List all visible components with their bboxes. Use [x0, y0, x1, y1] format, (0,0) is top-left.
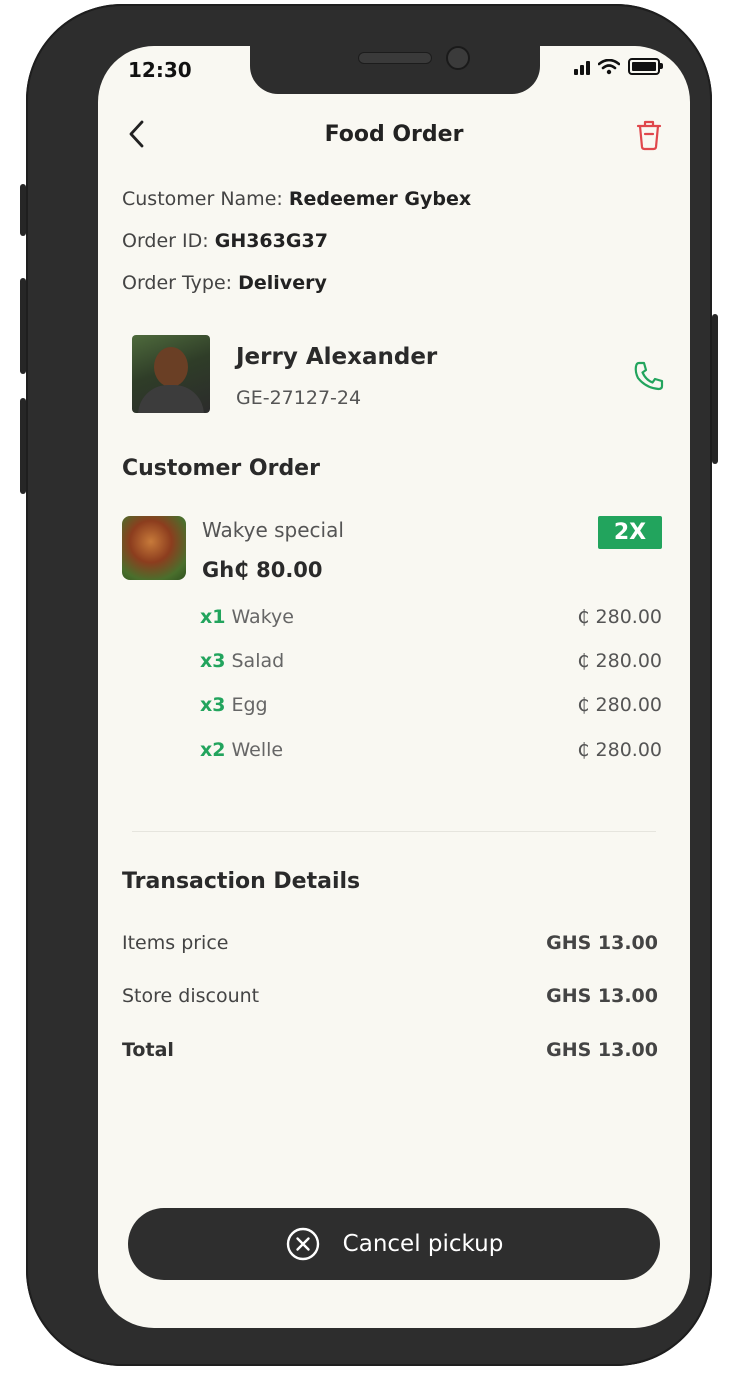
camera: [446, 46, 470, 70]
item-qty: x3: [200, 650, 226, 672]
close-circle-icon: [286, 1227, 319, 1261]
tx-label: Store discount: [122, 985, 260, 1007]
page-title: Food Order: [324, 122, 464, 147]
item-qty: x3: [200, 694, 226, 716]
customer-name-value: Redeemer Gybex: [288, 188, 472, 210]
order-id-label: Order ID:: [122, 230, 209, 252]
cancel-pickup-label: Cancel pickup: [342, 1231, 504, 1257]
order-id-value: GH363G37: [214, 230, 328, 252]
driver-plate: GE-27127-24: [236, 387, 362, 409]
volume-up-button: [20, 278, 26, 374]
wifi-icon: [598, 58, 620, 74]
tx-value: GHS 13.00: [546, 985, 658, 1007]
list-item: x1 Wakye ₵ 280.00: [200, 606, 662, 628]
tx-value: GHS 13.00: [546, 932, 658, 954]
power-button: [712, 314, 718, 464]
speaker: [358, 52, 432, 64]
food-image: [122, 516, 186, 580]
signal-icon: [574, 59, 590, 75]
phone-icon[interactable]: [632, 359, 666, 393]
total-row: Total GHS 13.00: [122, 1039, 658, 1061]
order-type-value: Delivery: [238, 272, 327, 294]
tx-label: Items price: [122, 932, 229, 954]
tx-label: Total: [122, 1039, 174, 1061]
order-type-label: Order Type:: [122, 272, 233, 294]
side-button: [20, 184, 26, 236]
item-price: ₵ 280.00: [577, 606, 662, 628]
status-time: 12:30: [128, 58, 192, 82]
item-price: ₵ 280.00: [577, 650, 662, 672]
phone-frame: 12:30 Food Order Customer Name: Redeemer…: [20, 4, 718, 1366]
item-name: Welle: [231, 739, 284, 761]
customer-name-row: Customer Name: Redeemer Gybex: [122, 188, 471, 210]
store-discount-row: Store discount GHS 13.00: [122, 985, 658, 1007]
quantity-badge: 2X: [598, 516, 662, 549]
order-type-row: Order Type: Delivery: [122, 272, 327, 294]
divider: [132, 831, 656, 832]
notch: [250, 46, 540, 94]
list-item: x3 Egg ₵ 280.00: [200, 694, 662, 716]
item-name: Wakye: [231, 606, 294, 628]
items-price-row: Items price GHS 13.00: [122, 932, 658, 954]
cancel-pickup-button[interactable]: Cancel pickup: [128, 1208, 660, 1280]
list-item: x3 Salad ₵ 280.00: [200, 650, 662, 672]
food-name: Wakye special: [202, 518, 344, 542]
item-price: ₵ 280.00: [577, 694, 662, 716]
battery-icon: [628, 58, 663, 75]
food-price: Gh₵ 80.00: [202, 558, 323, 582]
driver-name: Jerry Alexander: [236, 344, 438, 370]
customer-name-label: Customer Name:: [122, 188, 283, 210]
item-price: ₵ 280.00: [577, 739, 662, 761]
order-id-row: Order ID: GH363G37: [122, 230, 328, 252]
driver-avatar: [132, 335, 210, 413]
item-qty: x2: [200, 739, 226, 761]
app-screen: 12:30 Food Order Customer Name: Redeemer…: [98, 46, 690, 1328]
tx-value: GHS 13.00: [546, 1039, 658, 1061]
transaction-title: Transaction Details: [122, 869, 361, 894]
trash-icon[interactable]: [634, 118, 664, 152]
status-icons: [574, 58, 663, 75]
list-item: x2 Welle ₵ 280.00: [200, 739, 662, 761]
item-qty: x1: [200, 606, 226, 628]
customer-order-title: Customer Order: [122, 456, 320, 481]
volume-down-button: [20, 398, 26, 494]
item-name: Egg: [231, 694, 268, 716]
item-name: Salad: [231, 650, 285, 672]
